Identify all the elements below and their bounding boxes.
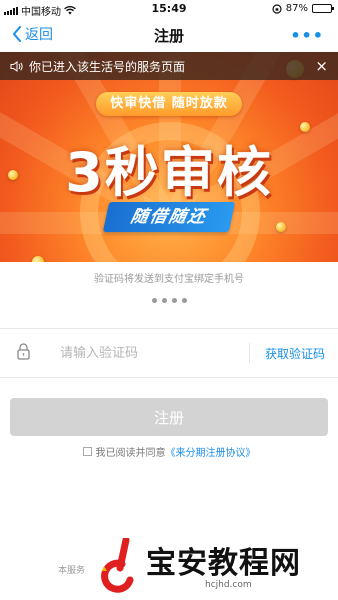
banner-headline: 3秒审核 (65, 141, 273, 204)
service-note: 本服务 (58, 566, 86, 576)
divider-bottom (0, 377, 338, 378)
orientation-lock-icon (272, 3, 282, 14)
watermark-url: hcjhd.com (205, 580, 252, 590)
page-title: 注册 (153, 27, 184, 45)
banner-tagline: 快审快借 随时放款 (96, 92, 242, 116)
promo-banner: 你已进入该生活号的服务页面 × 快审快借 随时放款 3秒审核 随借随还 (0, 52, 338, 262)
battery-icon (312, 4, 334, 13)
speaker-icon (10, 60, 23, 72)
service-notice-bar: 你已进入该生活号的服务页面 × (0, 52, 338, 80)
watermark-logo-icon (101, 538, 134, 593)
close-icon[interactable]: × (315, 58, 328, 74)
verification-code-input[interactable] (60, 340, 240, 366)
agreement-row: 我已阅读并同意 《来分期注册协议》 (0, 444, 338, 459)
watermark: 宝安教程网 hcjhd.com (90, 536, 338, 600)
input-separator (249, 343, 250, 363)
loading-dots (0, 298, 338, 303)
coin-decoration (276, 222, 286, 232)
banner-subline: 随借随还 (102, 202, 236, 232)
agreement-checkbox[interactable] (82, 447, 92, 456)
agreement-prefix: 我已阅读并同意 (95, 448, 166, 459)
battery-percent: 87% (285, 3, 308, 14)
sms-hint: 验证码将发送到支付宝绑定手机号 (94, 274, 244, 285)
status-bar: 中国移动 15:49 87% (0, 0, 338, 18)
more-menu-button[interactable]: ••• (290, 26, 324, 45)
lock-icon (17, 343, 30, 360)
status-right: 87% (272, 3, 334, 14)
agreement-link[interactable]: 《来分期注册协议》 (166, 444, 256, 459)
nav-bar: 返回 注册 ••• (0, 18, 338, 52)
register-button[interactable]: 注册 (10, 398, 328, 436)
get-code-button[interactable]: 获取验证码 (265, 345, 325, 362)
divider-top (0, 328, 338, 329)
coin-decoration (32, 256, 44, 262)
watermark-text: 宝安教程网 (146, 546, 301, 581)
service-notice-text: 你已进入该生活号的服务页面 (29, 59, 186, 74)
